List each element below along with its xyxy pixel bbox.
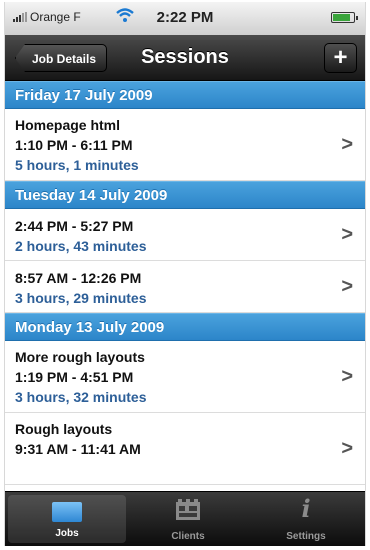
session-times: 1:19 PM - 4:51 PM (15, 369, 134, 385)
session-duration: 2 hours, 43 minutes (15, 238, 147, 254)
status-time: 2:22 PM (156, 9, 214, 26)
session-row[interactable]: Rough layouts 9:31 AM - 11:41 AM > (5, 413, 365, 485)
session-duration: 3 hours, 29 minutes (15, 290, 147, 306)
tab-label: Clients (171, 531, 205, 542)
session-title: More rough layouts (15, 349, 145, 365)
section-header: Tuesday 14 July 2009 (5, 181, 365, 209)
page-title: Sessions (141, 46, 229, 68)
session-duration: 3 hours, 32 minutes (15, 389, 147, 405)
navigation-bar: Job Details Sessions + (5, 35, 365, 81)
section-header: Monday 13 July 2009 (5, 313, 365, 341)
session-row[interactable]: 2:44 PM - 5:27 PM 2 hours, 43 minutes > (5, 209, 365, 261)
session-times: 1:10 PM - 6:11 PM (15, 137, 133, 153)
tab-label: Settings (286, 531, 326, 542)
chevron-right-icon: > (341, 437, 353, 460)
section-header: Friday 17 July 2009 (5, 81, 365, 109)
battery-icon (331, 12, 358, 23)
add-session-button[interactable]: + (324, 43, 357, 73)
sessions-list: Friday 17 July 2009 Homepage html 1:10 P… (5, 81, 365, 493)
session-duration: 5 hours, 1 minutes (15, 157, 139, 173)
film-icon (176, 499, 200, 520)
session-times: 8:57 AM - 12:26 PM (15, 270, 142, 286)
tab-clients[interactable]: Clients (129, 492, 247, 546)
session-times: 9:31 AM - 11:41 AM (15, 441, 141, 457)
session-row[interactable]: 8:57 AM - 12:26 PM 3 hours, 29 minutes > (5, 261, 365, 313)
tab-jobs[interactable]: Jobs (8, 495, 126, 543)
chevron-right-icon: > (341, 275, 353, 297)
session-title: Homepage html (15, 117, 121, 133)
tab-settings[interactable]: i Settings (247, 492, 365, 546)
phone-screen: Orange F 2:22 PM Job Details Sessions + … (4, 2, 366, 546)
tab-label: Jobs (55, 528, 79, 539)
session-row[interactable]: More rough layouts 1:19 PM - 4:51 PM 3 h… (5, 341, 365, 413)
session-row[interactable]: Homepage html 1:10 PM - 6:11 PM 5 hours,… (5, 109, 365, 181)
chevron-right-icon: > (341, 365, 353, 387)
session-title: Rough layouts (15, 421, 113, 437)
session-times: 2:44 PM - 5:27 PM (15, 218, 134, 234)
chevron-right-icon: > (341, 223, 353, 245)
chevron-right-icon: > (341, 133, 353, 155)
tab-bar: Jobs Clients i Settings (5, 491, 365, 546)
info-icon: i (301, 494, 311, 523)
folder-icon (52, 502, 82, 522)
status-bar: Orange F 2:22 PM (5, 2, 365, 35)
